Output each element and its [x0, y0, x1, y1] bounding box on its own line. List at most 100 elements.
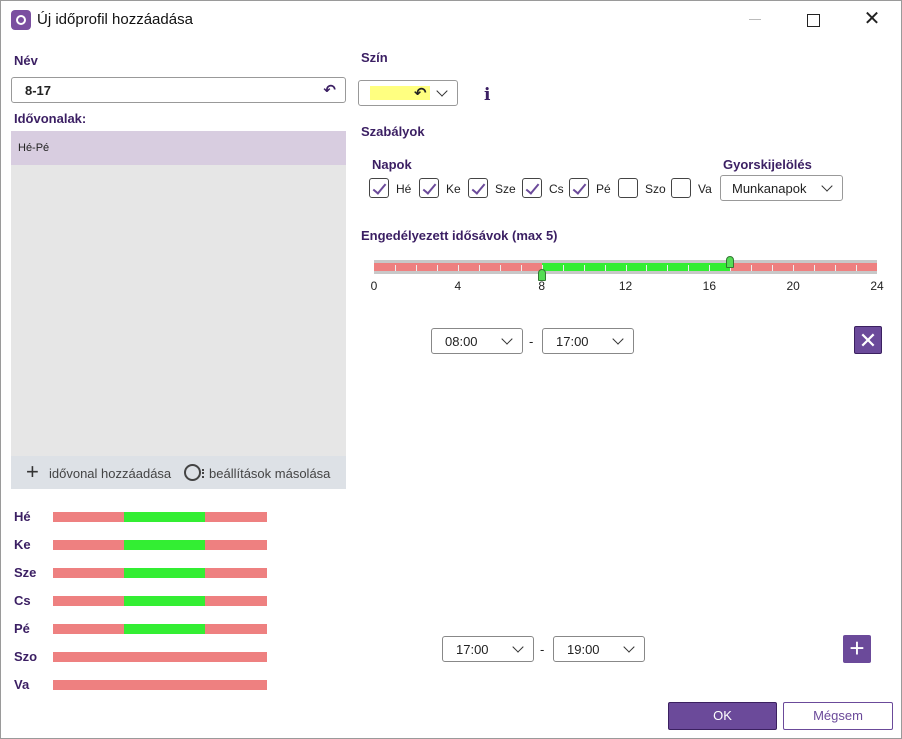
slider-tick [793, 265, 795, 271]
name-label: Név [14, 53, 38, 68]
slot-to-value: 17:00 [556, 334, 589, 349]
day-checkbox[interactable] [419, 178, 439, 198]
day-bar [53, 680, 267, 690]
slider-tick [751, 265, 753, 271]
dialog-window: Új időprofil hozzáadása ✕ Név 8-17 ↶ Idő… [0, 0, 902, 739]
app-icon [11, 10, 31, 30]
slider-tick [415, 265, 417, 271]
day-bar [53, 540, 267, 550]
days-label: Napok [372, 157, 412, 172]
minimize-button[interactable] [741, 7, 771, 33]
day-checkbox[interactable] [618, 178, 638, 198]
slider-tick [709, 265, 711, 271]
ok-button[interactable]: OK [668, 702, 777, 730]
slot-from-value: 08:00 [445, 334, 478, 349]
day-bar-label: Cs [14, 593, 31, 608]
timeline-item-label: Hé-Pé [18, 142, 50, 154]
copy-icon [184, 464, 204, 481]
new-slot-dash: - [540, 642, 545, 657]
day-checkbox-label: Szo [645, 182, 666, 196]
quick-select-value: Munkanapok [732, 181, 807, 196]
slider-tick [520, 265, 522, 271]
day-checkbox[interactable] [522, 178, 542, 198]
close-button[interactable]: ✕ [857, 7, 887, 33]
slider-tick-label: 24 [870, 279, 884, 293]
day-checkbox-label: Pé [596, 182, 611, 196]
undo-icon[interactable]: ↶ [323, 81, 336, 99]
day-checkbox[interactable] [369, 178, 389, 198]
slider-tick [562, 265, 564, 271]
color-select[interactable]: ↶ [358, 80, 458, 106]
slot-to-select[interactable]: 17:00 [542, 328, 634, 354]
new-slot-from-select[interactable]: 17:00 [442, 636, 534, 662]
add-timeline-label: idővonal hozzáadása [49, 466, 172, 481]
day-bar-label: Va [14, 677, 30, 692]
time-range-slider[interactable] [374, 260, 877, 274]
new-slot-to-select[interactable]: 19:00 [553, 636, 645, 662]
slider-tick [478, 265, 480, 271]
slider-tick-label: 12 [618, 279, 633, 293]
title-bar: Új időprofil hozzáadása ✕ [1, 1, 901, 39]
timeline-item[interactable]: Hé-Pé [11, 131, 346, 165]
day-bar [53, 624, 267, 634]
day-bar-label: Pé [14, 621, 30, 636]
slider-tick-label: 4 [454, 279, 462, 293]
copy-settings-label: beállítások másolása [209, 466, 331, 481]
day-bar [53, 512, 267, 522]
day-bar-active-range [124, 540, 205, 550]
day-bar-active-range [124, 512, 205, 522]
day-checkbox[interactable] [468, 178, 488, 198]
maximize-button[interactable] [798, 7, 828, 33]
new-slot-from-value: 17:00 [456, 642, 489, 657]
slot-from-select[interactable]: 08:00 [431, 328, 523, 354]
day-bar-label: Hé [14, 509, 31, 524]
day-bar-active-range [124, 596, 205, 606]
slider-tick-label: 16 [702, 279, 717, 293]
day-bar-label: Ke [14, 537, 31, 552]
slider-tick [583, 265, 585, 271]
remove-slot-button[interactable]: ✕ [854, 326, 882, 354]
name-value: 8-17 [25, 83, 52, 98]
time-slots-label: Engedélyezett idősávok (max 5) [361, 228, 558, 243]
new-slot-to-value: 19:00 [567, 642, 600, 657]
slider-tick [667, 265, 669, 271]
chevron-down-icon [612, 333, 624, 345]
day-bar-active-range [124, 624, 205, 634]
chevron-down-icon [512, 641, 524, 653]
slider-tick [835, 265, 837, 271]
slider-tick [646, 265, 648, 271]
cancel-button[interactable]: Mégsem [783, 702, 893, 730]
day-bar [53, 568, 267, 578]
add-slot-button[interactable]: + [843, 635, 871, 663]
slider-tick [604, 265, 606, 271]
day-bar-active-range [124, 568, 205, 578]
slider-tick [814, 265, 816, 271]
day-checkbox[interactable] [671, 178, 691, 198]
day-checkbox-label: Sze [495, 182, 516, 196]
slider-tick [772, 265, 774, 271]
day-checkbox-label: Hé [396, 182, 412, 196]
undo-icon[interactable]: ↶ [414, 84, 427, 102]
name-field[interactable]: 8-17 ↶ [11, 77, 346, 103]
slider-tick [856, 265, 858, 271]
plus-icon: + [26, 459, 39, 484]
slider-tick [394, 265, 396, 271]
chevron-down-icon [821, 180, 833, 192]
chevron-down-icon [501, 333, 513, 345]
quick-select-dropdown[interactable]: Munkanapok [720, 175, 843, 201]
window-title: Új időprofil hozzáadása [37, 11, 193, 28]
info-icon[interactable]: i [484, 85, 490, 105]
chevron-down-icon [623, 641, 635, 653]
slider-tick [499, 265, 501, 271]
day-bar-label: Sze [14, 565, 37, 580]
slider-tick [625, 265, 627, 271]
slider-tick [436, 265, 438, 271]
slider-tick [457, 265, 459, 271]
slider-handle[interactable] [726, 256, 735, 268]
day-checkbox-label: Va [698, 182, 712, 196]
copy-settings-button[interactable]: beállítások másolása [184, 462, 344, 484]
slider-ticks [374, 263, 877, 271]
timeline-list: Hé-Pé + idővonal hozzáadása beállítások … [11, 131, 346, 489]
timelines-label: Idővonalak: [14, 111, 87, 126]
day-checkbox[interactable] [569, 178, 589, 198]
